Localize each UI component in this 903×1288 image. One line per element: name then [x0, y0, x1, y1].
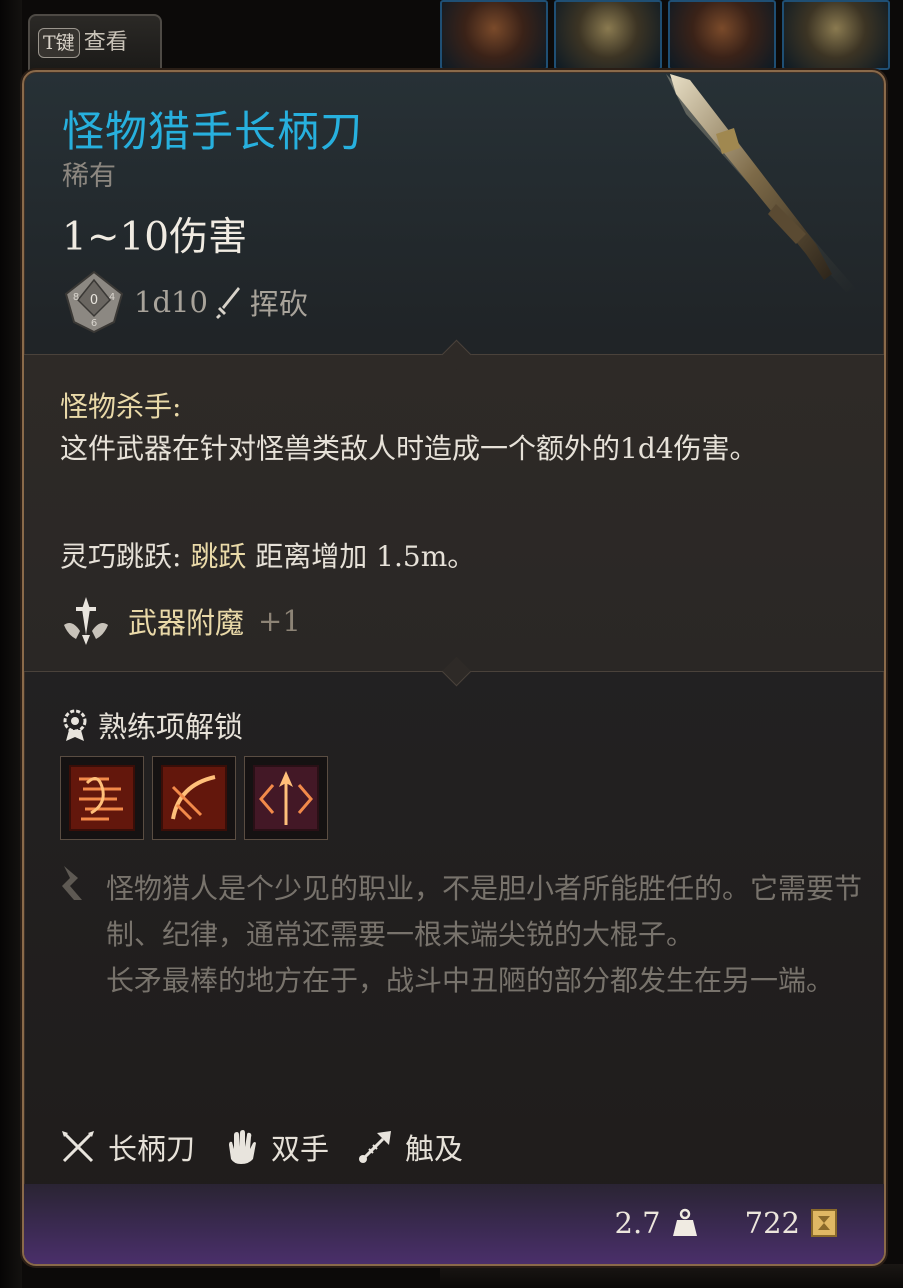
proficiency-action-2[interactable] [152, 756, 236, 840]
jump-desc: 距离增加 1.5m。 [255, 540, 476, 573]
jump-value: 跳跃 [190, 540, 247, 573]
item-footer: 2.7 722 [24, 1184, 884, 1264]
inventory-slots-strip [440, 0, 903, 70]
inventory-slot[interactable] [782, 0, 890, 70]
weapon-image-icon [666, 74, 856, 292]
inventory-bottom-strip [440, 1264, 903, 1288]
inventory-slot[interactable] [440, 0, 548, 70]
d10-dice-icon: 0 8 4 6 [64, 270, 124, 334]
inventory-slot[interactable] [668, 0, 776, 70]
nimble-jump-line: 灵巧跳跃: 跳跃 距离增加 1.5m。 [60, 535, 475, 575]
inspect-label: 查看 [83, 30, 128, 55]
dice-face-top: 0 [90, 293, 98, 308]
item-rarity: 稀有 [62, 161, 116, 192]
inventory-slot[interactable] [554, 0, 662, 70]
weapon-enchant-row: 武器附魔 +1 [58, 595, 301, 647]
damage-dice: 1d10 [134, 285, 208, 319]
jump-label: 灵巧跳跃: [60, 540, 182, 573]
traits-section: 怪物杀手: 这件武器在针对怪兽类敌人时造成一个额外的1d4伤害。 灵巧跳跃: 跳… [24, 339, 884, 687]
proficiency-medal-icon [63, 709, 87, 741]
monster-slayer-desc: 这件武器在针对怪兽类敌人时造成一个额外的1d4伤害。 [60, 432, 758, 465]
monster-slayer-title: 怪物杀手: [60, 390, 182, 423]
lore-quill-icon [62, 866, 82, 900]
glaive-icon [62, 1131, 94, 1163]
dice-face-right: 4 [109, 292, 115, 303]
tag-glaive[interactable]: 长柄刀 [60, 1126, 195, 1168]
tag-two-handed-label: 双手 [271, 1132, 330, 1166]
reach-icon [359, 1131, 392, 1163]
proficiency-action-3-icon [253, 765, 319, 831]
proficiency-header: 熟练项解锁 [60, 704, 243, 746]
t-key-icon: T键 [38, 28, 80, 58]
proficiency-action-1-icon [69, 765, 135, 831]
item-tooltip: 怪物猎手长柄刀 稀有 1~10伤害 0 8 4 6 1d10 挥砍 怪物杀手: [22, 70, 886, 1266]
tag-two-handed[interactable]: 双手 [223, 1126, 329, 1168]
tag-reach-label: 触及 [405, 1132, 464, 1166]
proficiency-action-3[interactable] [244, 756, 328, 840]
enchant-bonus: +1 [258, 604, 301, 638]
item-lore: 怪物猎人是个少见的职业，不是胆小者所能胜任的。它需要节制、纪律，通常还需要一根末… [106, 866, 866, 1004]
enchant-name: 武器附魔 [128, 606, 245, 640]
gold-coin-icon [811, 1209, 837, 1237]
background-edge [0, 0, 22, 1288]
damage-range: 1~10伤害 [62, 215, 248, 260]
two-handed-icon [229, 1130, 257, 1164]
weight-icon [672, 1208, 697, 1236]
weapon-enchantment-icon [64, 597, 108, 645]
damage-type: 挥砍 [249, 287, 308, 321]
inspect-hint-tab[interactable]: T键 查看 [28, 14, 162, 70]
proficiency-action-2-icon [161, 765, 227, 831]
proficiency-action-1[interactable] [60, 756, 144, 840]
item-weight: 2.7 [614, 1206, 661, 1240]
section-notch [441, 656, 472, 687]
item-value: 722 [744, 1206, 800, 1240]
dice-face-left: 8 [73, 292, 79, 303]
section-notch [441, 339, 472, 370]
weapon-properties: 长柄刀 双手 触及 [60, 1126, 463, 1168]
damage-dice-row: 0 8 4 6 1d10 挥砍 [62, 270, 308, 334]
proficiency-actions [60, 756, 328, 840]
tag-reach[interactable]: 触及 [357, 1126, 463, 1168]
lore-paragraph-2: 长矛最棒的地方在于，战斗中丑陋的部分都发生在另一端。 [106, 964, 835, 997]
item-name: 怪物猎手长柄刀 [62, 107, 364, 156]
dice-face-bottom: 6 [91, 318, 97, 329]
lore-paragraph-1: 怪物猎人是个少见的职业，不是胆小者所能胜任的。它需要节制、纪律，通常还需要一根末… [106, 872, 863, 951]
proficiency-title: 熟练项解锁 [98, 710, 244, 744]
tag-glaive-label: 长柄刀 [108, 1132, 196, 1166]
slashing-icon [215, 287, 240, 319]
